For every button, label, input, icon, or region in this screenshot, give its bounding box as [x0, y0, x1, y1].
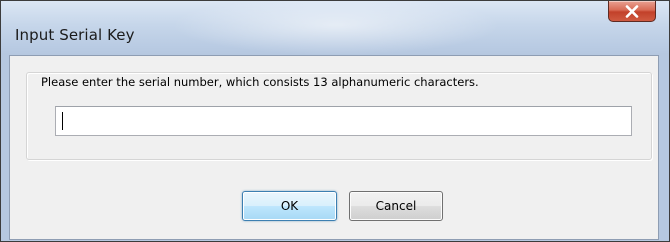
window-title: Input Serial Key	[15, 26, 135, 44]
ok-button[interactable]: OK	[242, 191, 337, 221]
cancel-button[interactable]: Cancel	[349, 191, 443, 221]
close-x-icon	[625, 4, 639, 18]
serial-prompt-label: Please enter the serial number, which co…	[39, 75, 481, 89]
serial-key-input[interactable]	[55, 106, 632, 136]
text-caret	[62, 112, 63, 130]
close-button[interactable]	[608, 1, 656, 22]
title-bar-glow	[171, 1, 501, 55]
